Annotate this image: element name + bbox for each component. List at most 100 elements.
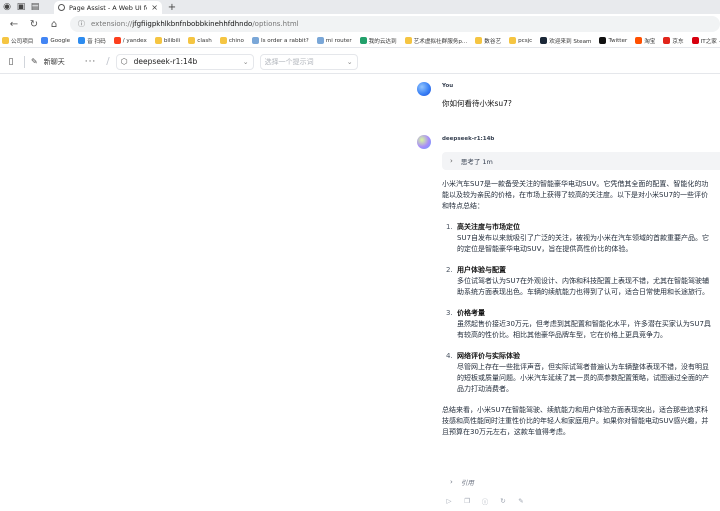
reload-icon[interactable]: ↻ bbox=[24, 15, 44, 33]
bookmark-label: Is order a rabbit? bbox=[260, 37, 309, 44]
model-select[interactable]: ⬡ deepseek-r1:14b ⌄ bbox=[115, 53, 254, 70]
bookmark-label: mi router bbox=[325, 37, 352, 44]
bot-name: deepseek-r1:14b bbox=[442, 136, 495, 142]
point-text: 虽然起售价接近30万元，但考虑到其配置和智能化水平，许多潜在买家认为SU7具有较… bbox=[457, 320, 711, 339]
bookmark-label: chino bbox=[228, 37, 244, 44]
copy-icon[interactable]: ❐ bbox=[461, 496, 473, 506]
answer-points-list: 1. 高关注度与市场定位 SU7自发布以来就吸引了广泛的关注，被视为小米在汽车领域的… bbox=[442, 222, 714, 395]
point-title: 用户体验与配置 bbox=[457, 266, 506, 274]
bookmark-item[interactable]: Google bbox=[41, 37, 70, 44]
site-info-icon[interactable]: ⓘ bbox=[78, 19, 85, 29]
bookmark-icon bbox=[359, 37, 367, 44]
home-icon[interactable]: ⌂ bbox=[44, 15, 64, 33]
play-audio-icon[interactable]: ▷ bbox=[443, 496, 455, 506]
url-host: jfgfiigpkhlkbnfnbobbkinehhfdhndo bbox=[132, 20, 253, 28]
bookmark-icon bbox=[41, 37, 49, 44]
point-title: 网络评价与实际体验 bbox=[457, 352, 520, 360]
bookmark-label: 公司项目 bbox=[11, 38, 34, 45]
bookmark-label: Twitter bbox=[608, 37, 628, 44]
chat-area: You 你如何看待小米su7? deepseek-r1:14b › 思考了 1m… bbox=[0, 75, 720, 511]
bookmark-label: 欢迎来到 Steam bbox=[549, 38, 592, 45]
browser-toolbar: ← ↻ ⌂ ⓘ extension://jfgfiigpkhlkbnfnbobb… bbox=[0, 14, 720, 34]
bookmark-icon bbox=[509, 37, 517, 44]
bookmark-item[interactable]: 淘宝 bbox=[635, 37, 655, 45]
back-icon[interactable]: ← bbox=[4, 15, 24, 33]
bookmark-label: bilibili bbox=[163, 37, 181, 44]
browser-tab-strip: ◉ ▣ ▤ Page Assist - A Web UI for Local A… bbox=[0, 0, 720, 14]
bookmark-label: IT之家 · 数码 bbox=[700, 38, 720, 45]
new-tab-button[interactable]: + bbox=[165, 1, 179, 14]
message-actions: ▷ ❐ ⓘ ↻ ✎ bbox=[443, 496, 533, 506]
bookmark-icon bbox=[691, 37, 699, 44]
bookmark-label: 我的云达到 bbox=[368, 38, 397, 45]
header-divider bbox=[24, 55, 25, 68]
app-header: ▯ ✎ 新聊天 ··· / ⬡ deepseek-r1:14b ⌄ 选择一个提示… bbox=[0, 50, 720, 74]
user-avatar bbox=[417, 82, 431, 96]
bot-avatar bbox=[417, 135, 431, 149]
bookmark-item[interactable]: 音 扫码 bbox=[78, 37, 106, 45]
bookmark-item[interactable]: 我的云达到 bbox=[359, 37, 397, 45]
bookmark-icon bbox=[113, 37, 121, 44]
thinking-toggle[interactable]: › 思考了 1m bbox=[442, 152, 720, 170]
bookmark-item[interactable]: clash bbox=[188, 37, 212, 44]
answer-point: 4. 网络评价与实际体验 尽管网上存在一些批评声音，但实际试驾者普遍认为车辆整体表现… bbox=[442, 351, 714, 395]
more-options-button[interactable]: ··· bbox=[85, 57, 97, 67]
bookmark-icon bbox=[251, 37, 259, 44]
bookmark-icon bbox=[475, 37, 483, 44]
bookmark-item[interactable]: 欢迎来到 Steam bbox=[540, 37, 591, 45]
bookmark-label: 数谷艺 bbox=[484, 38, 502, 45]
chevron-right-icon: › bbox=[450, 478, 453, 486]
prompt-select[interactable]: 选择一个提示词 ⌄ bbox=[259, 53, 358, 70]
bookmark-icon bbox=[540, 37, 548, 44]
point-title: 价格考量 bbox=[457, 309, 485, 317]
bookmark-item[interactable]: IT之家 · 数码 bbox=[691, 37, 720, 45]
citations-label: 引用 bbox=[460, 479, 474, 487]
bookmark-item[interactable]: chino bbox=[219, 37, 244, 44]
point-number: 1. bbox=[446, 223, 453, 231]
bookmark-label: Google bbox=[50, 37, 71, 44]
new-chat-button[interactable]: ✎ 新聊天 bbox=[31, 57, 65, 67]
bookmark-item[interactable]: Twitter bbox=[599, 37, 627, 44]
point-text: 多位试驾者认为SU7在外观设计、内饰和科技配置上表现不错，尤其在智能驾驶辅助系统… bbox=[457, 277, 710, 296]
answer-point: 1. 高关注度与市场定位 SU7自发布以来就吸引了广泛的关注，被视为小米在汽车领域的… bbox=[442, 222, 714, 255]
page-assist-favicon-icon bbox=[58, 4, 65, 11]
info-icon[interactable]: ⓘ bbox=[479, 496, 491, 506]
regenerate-icon[interactable]: ↻ bbox=[497, 496, 509, 506]
tab-title: Page Assist - A Web UI for Local AI bbox=[69, 3, 147, 12]
profile-icon[interactable]: ◉ bbox=[0, 0, 14, 14]
browser-tab-page-assist[interactable]: Page Assist - A Web UI for Local AI × bbox=[54, 1, 162, 14]
answer-intro: 小米汽车SU7是一款备受关注的智能豪华电动SUV。它凭借其全面的配置、智能化的功… bbox=[442, 180, 709, 210]
thinking-label: 思考了 1m bbox=[460, 158, 493, 166]
bookmark-item[interactable]: Is order a rabbit? bbox=[251, 37, 309, 44]
bookmark-icon bbox=[2, 37, 9, 44]
bookmark-icon bbox=[599, 37, 607, 44]
bookmark-label: / yandex bbox=[122, 37, 147, 44]
tab-actions-icon[interactable]: ▤ bbox=[28, 0, 42, 14]
answer-summary: 总结来看，小米SU7在智能驾驶、续航能力和用户体验方面表现突出，适合那些追求科技… bbox=[442, 406, 709, 436]
address-bar[interactable]: ⓘ extension://jfgfiigpkhlkbnfnbobbkinehh… bbox=[70, 16, 720, 32]
bot-answer: 小米汽车SU7是一款备受关注的智能豪华电动SUV。它凭借其全面的配置、智能化的功… bbox=[442, 179, 714, 438]
bookmark-item[interactable]: 艺术虚拟社群服务p... bbox=[404, 37, 467, 45]
prompt-select-placeholder: 选择一个提示词 bbox=[264, 57, 314, 66]
bookmark-item[interactable]: 公司项目 bbox=[2, 37, 33, 45]
bookmark-item[interactable]: / yandex bbox=[113, 37, 147, 44]
bookmarks-bar: 公司项目 Google 音 扫码 / yandex bilibili clash chino… bbox=[0, 34, 720, 48]
bookmark-label: 音 扫码 bbox=[87, 38, 106, 45]
bookmark-item[interactable]: bilibili bbox=[154, 37, 181, 44]
bookmark-item[interactable]: 京东 bbox=[663, 37, 684, 45]
citations-toggle[interactable]: › 引用 bbox=[450, 477, 474, 487]
user-name: You bbox=[442, 83, 454, 89]
bookmark-icon bbox=[78, 37, 86, 44]
bookmark-icon bbox=[154, 37, 162, 44]
sidebar-toggle-icon[interactable]: ▯ bbox=[4, 55, 18, 69]
bookmark-item[interactable]: pcsjc bbox=[509, 37, 532, 44]
model-icon: ⬡ bbox=[120, 57, 128, 66]
workspaces-icon[interactable]: ▣ bbox=[14, 0, 28, 14]
bookmark-item[interactable]: mi router bbox=[316, 37, 352, 44]
point-number: 2. bbox=[446, 266, 453, 274]
close-tab-icon[interactable]: × bbox=[151, 3, 158, 12]
bookmark-label: pcsjc bbox=[518, 37, 533, 44]
user-message: 你如何看待小米su7? bbox=[442, 99, 512, 108]
edit-icon[interactable]: ✎ bbox=[515, 496, 527, 506]
bookmark-item[interactable]: 数谷艺 bbox=[475, 37, 501, 45]
